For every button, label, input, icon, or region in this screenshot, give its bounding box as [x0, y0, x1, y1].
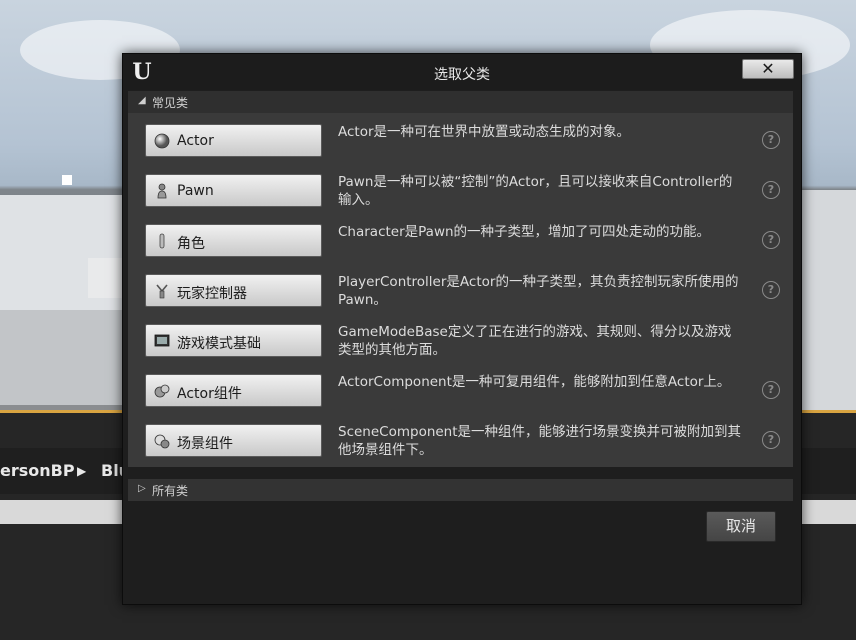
help-icon[interactable]: ? — [762, 281, 780, 299]
help-icon[interactable]: ? — [762, 381, 780, 399]
game-mode-button[interactable]: 游戏模式基础 — [145, 324, 322, 357]
class-description: PlayerController是Actor的一种子类型，其负责控制玩家所使用的… — [338, 274, 739, 308]
player-controller-button[interactable]: 玩家控制器 — [145, 274, 322, 307]
class-row-pawn: Pawn Pawn是一种可以被“控制”的Actor，且可以接收来自Control… — [128, 174, 793, 218]
button-label: 玩家控制器 — [177, 286, 247, 302]
class-description: Character是Pawn的一种子类型，增加了可四处走动的功能。 — [338, 224, 711, 240]
all-classes-header[interactable]: ▷ 所有类 — [128, 479, 793, 501]
dialog-titlebar[interactable]: U 选取父类 ✕ — [123, 54, 801, 90]
wall — [800, 190, 856, 410]
light-marker — [62, 175, 72, 185]
class-row-actor: Actor Actor是一种可在世界中放置或动态生成的对象。 ? — [128, 124, 793, 168]
class-description: Pawn是一种可以被“控制”的Actor，且可以接收来自Controller的输… — [338, 174, 733, 208]
button-label: Actor — [177, 133, 214, 149]
section-label: 所有类 — [152, 484, 189, 498]
class-row-scene-component: 场景组件 SceneComponent是一种组件，能够进行场景变换并可被附加到其… — [128, 424, 793, 468]
class-description: GameModeBase定义了正在进行的游戏、其规则、得分以及游戏类型的其他方面… — [338, 324, 732, 358]
button-label: Actor组件 — [177, 386, 242, 402]
section-label: 常见类 — [152, 96, 189, 110]
actor-component-button[interactable]: Actor组件 — [145, 374, 322, 407]
breadcrumb-separator: ▶ — [77, 464, 87, 478]
scene-component-button[interactable]: 场景组件 — [145, 424, 322, 457]
cancel-button[interactable]: 取消 — [706, 511, 776, 542]
button-label: 场景组件 — [177, 436, 233, 452]
pawn-icon — [157, 183, 167, 199]
wall-shadow — [0, 310, 125, 405]
actor-component-icon — [154, 384, 170, 398]
help-icon[interactable]: ? — [762, 431, 780, 449]
class-description: ActorComponent是一种可复用组件，能够附加到任意Actor上。 — [338, 374, 731, 390]
common-classes-header[interactable]: ◢ 常见类 — [128, 91, 793, 113]
button-label: 游戏模式基础 — [177, 336, 261, 352]
game-mode-icon — [154, 334, 170, 347]
button-label: 角色 — [177, 236, 205, 252]
expand-arrow-icon: ◢ — [138, 95, 146, 106]
dialog-title: 选取父类 — [434, 67, 490, 83]
help-icon[interactable]: ? — [762, 231, 780, 249]
character-button[interactable]: 角色 — [145, 224, 322, 257]
pawn-button[interactable]: Pawn — [145, 174, 322, 207]
collapsed-arrow-icon: ▷ — [138, 483, 146, 494]
class-row-actor-component: Actor组件 ActorComponent是一种可复用组件，能够附加到任意Ac… — [128, 374, 793, 418]
breadcrumb-item[interactable]: ersonBP — [0, 461, 75, 480]
close-button[interactable]: ✕ — [742, 59, 794, 79]
pick-parent-class-dialog: U 选取父类 ✕ ◢ 常见类 Actor Actor是一种可在世界中放置或动态生… — [122, 53, 802, 605]
player-controller-icon — [156, 284, 168, 299]
class-row-game-mode: 游戏模式基础 GameModeBase定义了正在进行的游戏、其规则、得分以及游戏… — [128, 324, 793, 368]
common-classes-section: ◢ 常见类 Actor Actor是一种可在世界中放置或动态生成的对象。 ? P… — [128, 91, 793, 467]
class-description: SceneComponent是一种组件，能够进行场景变换并可被附加到其他场景组件… — [338, 424, 742, 458]
help-icon[interactable]: ? — [762, 181, 780, 199]
help-icon[interactable]: ? — [762, 131, 780, 149]
class-row-player-controller: 玩家控制器 PlayerController是Actor的一种子类型，其负责控制… — [128, 274, 793, 318]
button-label: Pawn — [177, 183, 214, 199]
character-icon — [159, 233, 165, 249]
sphere-icon — [154, 133, 170, 149]
actor-button[interactable]: Actor — [145, 124, 322, 157]
scene-component-icon — [154, 434, 170, 449]
class-description: Actor是一种可在世界中放置或动态生成的对象。 — [338, 124, 631, 140]
class-row-character: 角色 Character是Pawn的一种子类型，增加了可四处走动的功能。 ? — [128, 224, 793, 268]
